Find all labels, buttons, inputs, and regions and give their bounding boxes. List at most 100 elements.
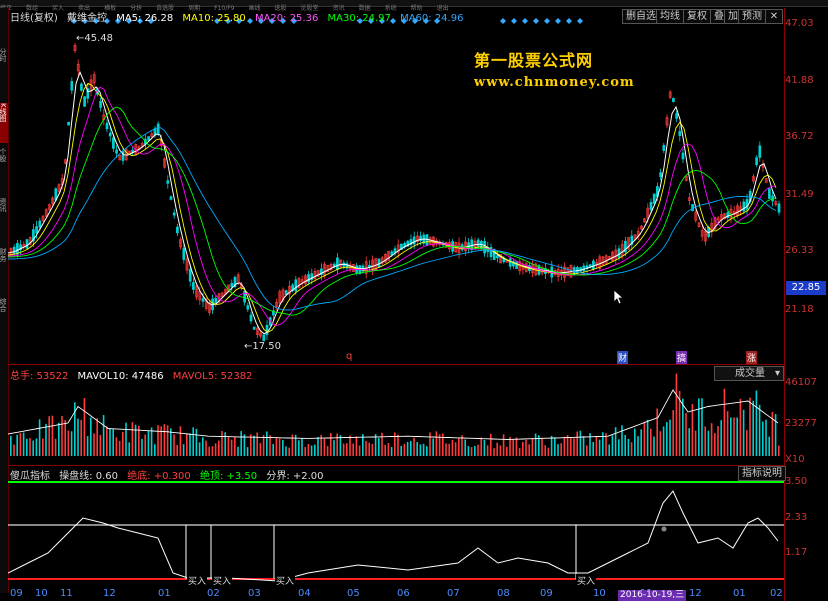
low-price-label: ←17.50 bbox=[244, 341, 282, 352]
volume-bar bbox=[237, 446, 239, 456]
event-diamond-icon bbox=[500, 18, 506, 24]
volume-bar bbox=[285, 446, 287, 456]
x-tick: 07 bbox=[447, 588, 460, 599]
volume-bar bbox=[499, 445, 502, 456]
candle-body bbox=[592, 260, 595, 270]
candle-body bbox=[38, 220, 42, 228]
candle-body bbox=[35, 226, 38, 234]
volume-bar bbox=[35, 438, 38, 456]
volume-bar bbox=[368, 442, 370, 456]
volume-bar bbox=[166, 425, 169, 456]
ind-y-tick: 3.50 bbox=[785, 476, 808, 487]
volume-bar bbox=[67, 430, 70, 456]
volume-bar bbox=[490, 433, 492, 456]
forecast-button[interactable]: 预测 bbox=[738, 9, 766, 24]
event-marker-rise[interactable]: 涨 bbox=[746, 351, 758, 364]
candle-body bbox=[496, 255, 499, 259]
x-tick: 10 bbox=[593, 588, 606, 599]
event-marker-finance[interactable]: 财 bbox=[617, 351, 629, 364]
volume-bar bbox=[141, 438, 143, 456]
indicator-help-button[interactable]: 指标说明 bbox=[738, 466, 786, 481]
volume-bar bbox=[682, 398, 684, 456]
volume-bar bbox=[400, 445, 402, 456]
y-tick: 26.33 bbox=[785, 245, 814, 256]
volume-bar bbox=[160, 426, 162, 456]
volume-bar bbox=[554, 437, 556, 456]
period-label: 日线(复权) bbox=[10, 13, 58, 24]
ma-line-button[interactable]: 均线 bbox=[656, 9, 684, 24]
panel-divider bbox=[8, 364, 784, 365]
volume-bar bbox=[278, 438, 281, 456]
volume-bar bbox=[304, 446, 306, 456]
candle-body bbox=[745, 199, 749, 210]
event-marker-report[interactable]: 搞 bbox=[676, 351, 688, 364]
volume-bar bbox=[432, 438, 434, 456]
side-tab-finance[interactable]: 财务 bbox=[0, 248, 8, 288]
candle-body bbox=[515, 261, 518, 269]
side-tab-kline[interactable]: K线图 bbox=[0, 103, 8, 143]
volume-bar bbox=[426, 446, 428, 456]
volume-bar bbox=[134, 424, 137, 456]
volume-bar bbox=[131, 422, 134, 456]
volume-bar bbox=[611, 435, 614, 456]
candle-body bbox=[294, 279, 298, 292]
volume-bar bbox=[186, 434, 188, 456]
x-tick: 01 bbox=[158, 588, 171, 599]
event-marker-q[interactable]: q bbox=[346, 351, 352, 362]
volume-bar bbox=[579, 430, 582, 456]
indicator-select-dropdown[interactable]: 成交量 ▾ bbox=[714, 366, 784, 381]
side-tab-news[interactable]: 资讯 bbox=[0, 198, 8, 238]
volume-bar bbox=[275, 437, 278, 456]
volume-bar bbox=[378, 437, 380, 456]
x-tick: 05 bbox=[347, 588, 360, 599]
volume-bar bbox=[701, 398, 703, 456]
volume-bar bbox=[192, 427, 194, 456]
volume-bar bbox=[672, 410, 674, 456]
volume-bar bbox=[45, 423, 47, 456]
mavol5-value: MAVOL5: 52382 bbox=[172, 371, 253, 382]
buy-signal-label: 买入 bbox=[187, 574, 208, 587]
volume-bar bbox=[195, 428, 198, 456]
volume-bar bbox=[666, 422, 668, 456]
volume-bar bbox=[32, 440, 34, 456]
volume-bar bbox=[243, 434, 246, 456]
indicator-name: 傻瓜指标 bbox=[10, 471, 50, 482]
volume-bar bbox=[339, 435, 342, 456]
side-tab-stock[interactable]: 个股 bbox=[0, 148, 8, 188]
volume-bar bbox=[96, 418, 98, 456]
volume-bar bbox=[234, 437, 236, 456]
del-favorite-button[interactable]: 删自选 bbox=[622, 9, 660, 24]
panel-divider bbox=[8, 465, 784, 466]
chart-canvas[interactable] bbox=[8, 8, 784, 601]
candle-body bbox=[412, 236, 416, 245]
candle-body bbox=[508, 258, 512, 267]
candle-body bbox=[201, 298, 205, 302]
volume-bar bbox=[749, 397, 751, 456]
volume-bar bbox=[560, 443, 562, 456]
candle-body bbox=[652, 193, 656, 204]
volume-bar bbox=[474, 445, 476, 456]
candle-body bbox=[582, 265, 586, 272]
restore-right-button[interactable]: 复权 bbox=[683, 9, 711, 24]
volume-bar bbox=[147, 430, 150, 456]
side-tab-general[interactable]: 综合 bbox=[0, 298, 8, 338]
volume-bar bbox=[262, 435, 265, 456]
volume-bar bbox=[739, 398, 742, 456]
top-value: 绝顶: +3.50 bbox=[199, 471, 258, 482]
side-tab-fenshi[interactable]: 分时 bbox=[0, 48, 8, 88]
candle-body bbox=[67, 121, 70, 126]
x-tick: 12 bbox=[689, 588, 702, 599]
volume-bar bbox=[115, 437, 118, 456]
volume-bar bbox=[150, 427, 153, 456]
volume-bar bbox=[656, 408, 658, 456]
candle-body bbox=[425, 234, 429, 246]
x-tick: 08 bbox=[497, 588, 510, 599]
volume-bar bbox=[157, 425, 159, 456]
volume-bar bbox=[502, 434, 505, 456]
volume-bar bbox=[691, 404, 694, 456]
volume-bar bbox=[163, 424, 166, 456]
top-menu: 修正数组买入卖出横板分析自选股周期F10/F9画线选股论股堂资讯数据系统帮助退出 bbox=[0, 0, 828, 12]
event-diamond-icon bbox=[544, 18, 550, 24]
volume-bar bbox=[576, 431, 578, 456]
volume-bar bbox=[630, 442, 633, 456]
